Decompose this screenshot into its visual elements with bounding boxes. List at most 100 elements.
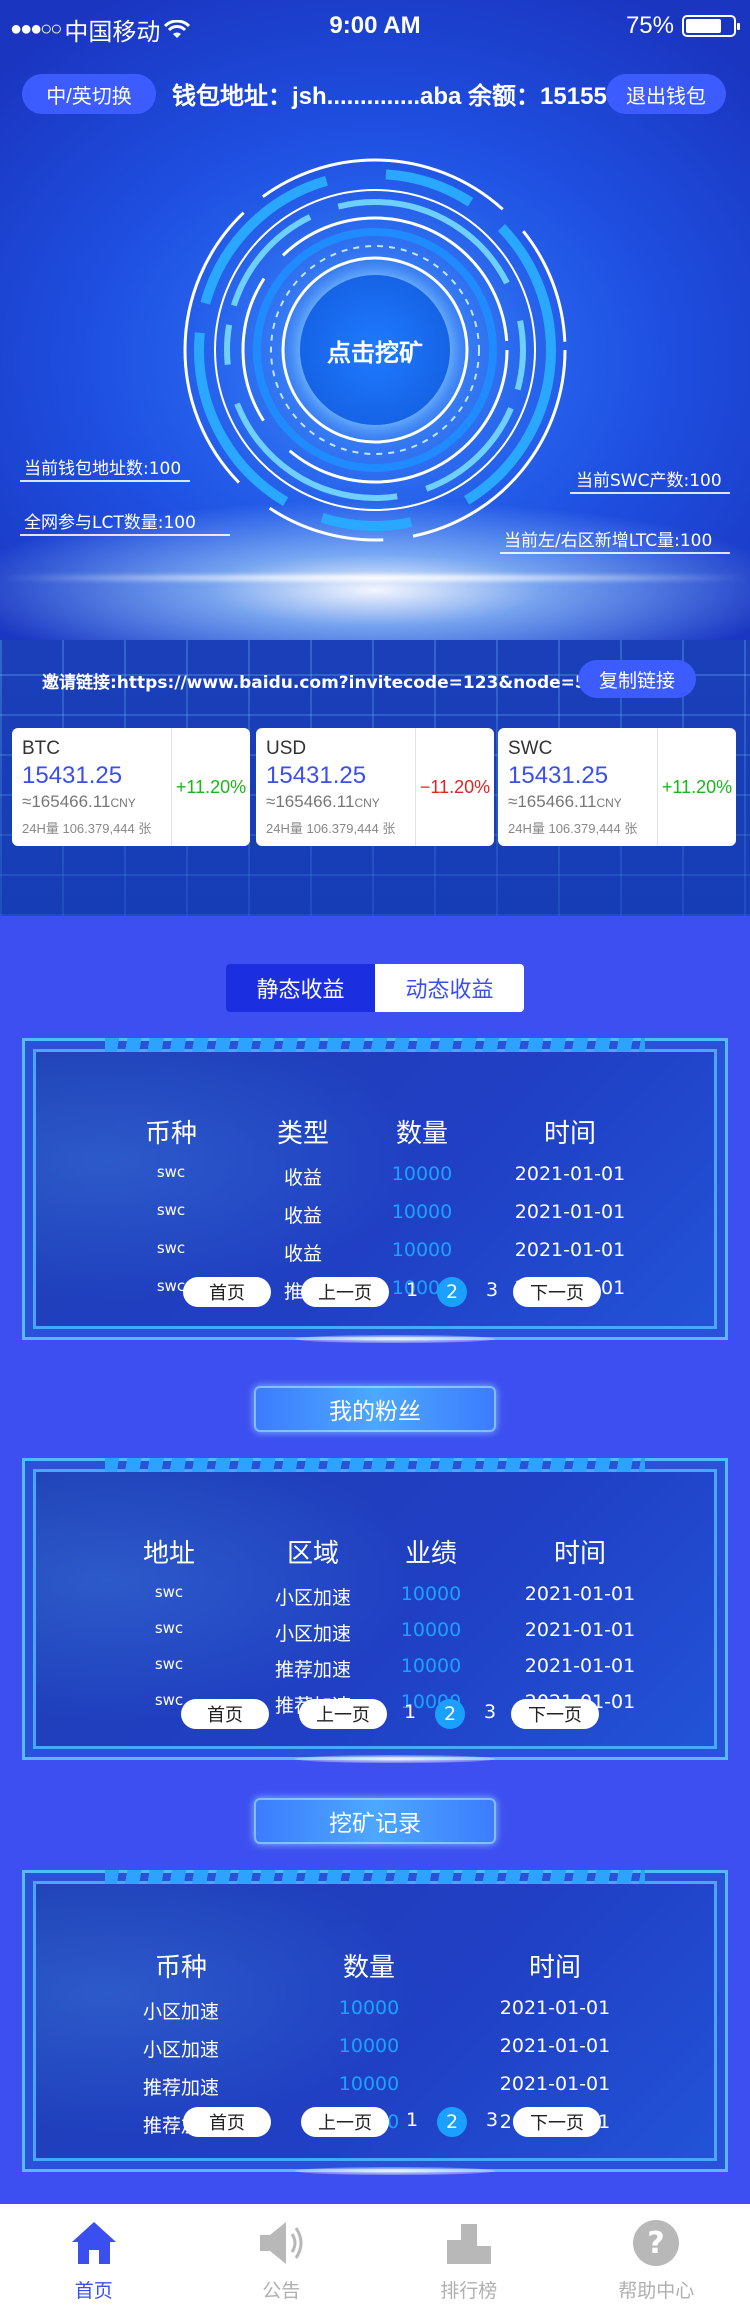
start-mining-button[interactable]: 点击挖矿 — [300, 275, 450, 425]
next-page-button[interactable]: 下一页 — [513, 2107, 601, 2137]
fans-panel: 地址 区域 业绩 时间 swc 小区加速 10000 2021-01-01 sw… — [22, 1458, 731, 1763]
stat-underline — [500, 552, 730, 554]
price-card-btc[interactable]: BTC 15431.25 ≈165466.11CNY 24H量 106.379,… — [12, 728, 250, 846]
battery-percent: 75% — [625, 12, 674, 39]
nav-item-announcement[interactable]: 公告 — [188, 2204, 376, 2306]
table-row: swc 推荐加速 10000 2021-01-01 — [25, 1655, 731, 1685]
exit-wallet-button[interactable]: 退出钱包 — [606, 74, 726, 114]
tab-static-earnings[interactable]: 静态收益 — [226, 964, 375, 1012]
cell-type: 收益 — [283, 1167, 323, 1189]
cell-currency: swc — [156, 1163, 186, 1181]
page-number[interactable]: 1 — [397, 2109, 427, 2131]
cell-date: 2021-01-01 — [499, 1997, 611, 2019]
cell-date: 2021-01-01 — [524, 1655, 636, 1677]
pagination: 首页 上一页 1 2 3 下一页 — [25, 1699, 731, 1731]
page-number[interactable]: 3 — [477, 2109, 507, 2131]
first-page-button[interactable]: 首页 — [183, 1277, 271, 1307]
first-page-button[interactable]: 首页 — [181, 1699, 269, 1729]
cell-currency: 小区加速 — [142, 2001, 220, 2023]
price-card-info: BTC 15431.25 ≈165466.11CNY 24H量 106.379,… — [12, 728, 172, 846]
coin-change: +11.20% — [661, 776, 733, 797]
page-number[interactable]: 3 — [477, 1279, 507, 1301]
nav-label: 排行榜 — [440, 2280, 498, 2302]
prev-page-button[interactable]: 上一页 — [299, 1699, 387, 1729]
cell-zone: 小区加速 — [274, 1623, 352, 1645]
cell-date: 2021-01-01 — [499, 2035, 611, 2057]
page-number-current[interactable]: 2 — [435, 1699, 465, 1729]
cell-zone: 小区加速 — [274, 1587, 352, 1609]
page-number[interactable]: 1 — [397, 1279, 427, 1301]
coin-change: −11.20% — [419, 776, 491, 797]
table-row: swc 收益 10000 2021-01-01 — [25, 1163, 731, 1193]
svg-text:?: ? — [648, 2226, 665, 2261]
nav-label: 帮助中心 — [618, 2280, 695, 2302]
tab-dynamic-earnings[interactable]: 动态收益 — [375, 964, 524, 1012]
nav-item-help[interactable]: ? 帮助中心 — [563, 2204, 750, 2306]
cell-date: 2021-01-01 — [514, 1201, 626, 1223]
stat-underline — [20, 534, 230, 536]
first-page-button[interactable]: 首页 — [183, 2107, 271, 2137]
help-icon: ? — [631, 2218, 681, 2268]
table-row: swc 收益 10000 2021-01-01 — [25, 1239, 731, 1269]
mining-ring: 点击挖矿 — [175, 150, 575, 550]
status-bar: ●●●○○ 中国移动 9:00 AM 75% — [0, 0, 750, 52]
header-bar: 中/英切换 钱包地址：jsh..............aba 余额：15155… — [0, 72, 750, 116]
cell-amount: 10000 — [391, 1163, 453, 1185]
prev-page-button[interactable]: 上一页 — [301, 2107, 389, 2137]
table-row: 小区加速 10000 2021-01-01 — [25, 1997, 731, 2027]
cell-date: 2021-01-01 — [514, 1163, 626, 1185]
stat-wallet-count: 当前钱包地址数:100 — [24, 459, 182, 479]
cell-currency: 小区加速 — [142, 2039, 220, 2061]
nav-item-home[interactable]: 首页 — [0, 2204, 188, 2306]
cell-amount: 10000 — [338, 2035, 400, 2057]
coin-price: 15431.25 — [22, 762, 123, 789]
next-page-button[interactable]: 下一页 — [513, 1277, 601, 1307]
column-header: 业绩 — [404, 1539, 458, 1569]
table-row: swc 小区加速 10000 2021-01-01 — [25, 1619, 731, 1649]
language-toggle-button[interactable]: 中/英切换 — [22, 74, 156, 114]
cell-currency: swc — [156, 1201, 186, 1219]
prev-page-button[interactable]: 上一页 — [301, 1277, 389, 1307]
invite-link[interactable]: 邀请链接:https://www.baidu.com?invitecode=12… — [42, 668, 622, 693]
stat-lct-count: 全网参与LCT数量:100 — [24, 513, 196, 533]
cell-date: 2021-01-01 — [524, 1583, 636, 1605]
table-row: 小区加速 10000 2021-01-01 — [25, 2035, 731, 2065]
price-card-info: SWC 15431.25 ≈165466.11CNY 24H量 106.379,… — [498, 728, 658, 846]
column-header: 时间 — [543, 1119, 597, 1149]
price-card-usd[interactable]: USD 15431.25 ≈165466.11CNY 24H量 106.379,… — [256, 728, 494, 846]
hero-banner: ●●●○○ 中国移动 9:00 AM 75% 中/英切换 钱包地址：jsh...… — [0, 0, 750, 916]
page-number-current[interactable]: 2 — [437, 2107, 467, 2137]
coin-cny: ≈165466.11CNY — [266, 792, 380, 811]
cell-date: 2021-01-01 — [524, 1619, 636, 1641]
coin-cny: ≈165466.11CNY — [508, 792, 622, 811]
column-header: 币种 — [144, 1119, 198, 1149]
coin-change: +11.20% — [175, 776, 247, 797]
earnings-panel: 币种 类型 数量 时间 swc 收益 10000 2021-01-01 swc … — [22, 1038, 731, 1343]
pagination: 首页 上一页 1 2 3 下一页 — [25, 2107, 731, 2139]
pagination: 首页 上一页 1 2 3 下一页 — [25, 1277, 731, 1309]
cell-amount: 10000 — [338, 1997, 400, 2019]
cell-type: 收益 — [283, 1205, 323, 1227]
coin-symbol: SWC — [508, 738, 553, 759]
column-header: 数量 — [395, 1119, 449, 1149]
cell-amount: 10000 — [338, 2073, 400, 2095]
cell-currency: 推荐加速 — [142, 2077, 220, 2099]
table-header: 币种 类型 数量 时间 — [25, 1113, 731, 1149]
coin-symbol: USD — [266, 738, 307, 759]
price-card-info: USD 15431.25 ≈165466.11CNY 24H量 106.379,… — [256, 728, 416, 846]
page-number-current[interactable]: 2 — [437, 1277, 467, 1307]
price-card-swc[interactable]: SWC 15431.25 ≈165466.11CNY 24H量 106.379,… — [498, 728, 736, 846]
cell-amount: 10000 — [391, 1201, 453, 1223]
next-page-button[interactable]: 下一页 — [511, 1699, 599, 1729]
nav-item-ranking[interactable]: 排行榜 — [375, 2204, 563, 2306]
page-number[interactable]: 1 — [395, 1701, 425, 1723]
cell-performance: 10000 — [400, 1583, 462, 1605]
cell-date: 2021-01-01 — [499, 2073, 611, 2095]
cell-date: 2021-01-01 — [514, 1239, 626, 1261]
copy-link-button[interactable]: 复制链接 — [578, 660, 696, 698]
column-header: 时间 — [528, 1953, 582, 1983]
page-number[interactable]: 3 — [475, 1701, 505, 1723]
coin-volume: 24H量 106.379,444 张 — [508, 821, 638, 836]
stat-underline — [20, 480, 190, 482]
battery-info: 75% — [625, 12, 740, 40]
